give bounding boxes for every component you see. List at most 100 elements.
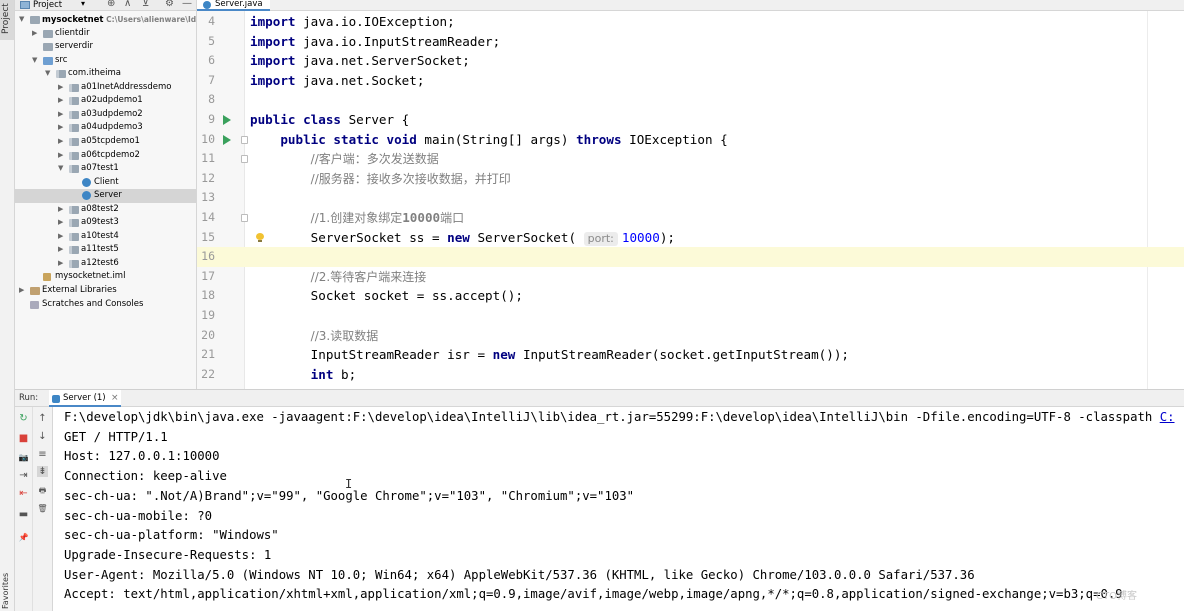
tree-item[interactable]: ▶ a05tcpdemo1 xyxy=(15,135,196,149)
code-line[interactable]: 6 import java.net.ServerSocket; xyxy=(197,51,1184,71)
camera-icon[interactable]: 📷 xyxy=(18,452,29,463)
package-icon xyxy=(69,205,79,214)
code-line[interactable]: 13 xyxy=(197,188,1184,208)
line-number: 18 xyxy=(201,288,215,303)
arrow-down-icon[interactable]: ↓ xyxy=(37,431,48,442)
tree-item[interactable]: ▶ a03udpdemo2 xyxy=(15,108,196,122)
fold-icon[interactable] xyxy=(241,155,248,164)
tree-item[interactable]: mysocketnet.iml xyxy=(15,270,196,284)
expand-all-icon[interactable]: ⊼ xyxy=(124,0,131,9)
scroll-to-end-icon[interactable]: ⇟ xyxy=(37,466,48,477)
close-icon[interactable]: × xyxy=(111,390,119,407)
print-icon[interactable]: 🖶 xyxy=(37,485,48,496)
tree-item[interactable]: Client xyxy=(15,176,196,190)
gear-icon[interactable]: ⚙ xyxy=(165,0,174,9)
chevron-down-icon[interactable]: ▼ xyxy=(19,13,24,26)
stop-icon[interactable]: ■ xyxy=(18,433,29,444)
folder-icon xyxy=(30,16,40,24)
fold-icon[interactable] xyxy=(241,214,248,222)
favorites-tool-label[interactable]: Favorites xyxy=(1,573,10,609)
tree-item[interactable]: ▶ a11test5 xyxy=(15,243,196,257)
tree-item[interactable]: ▼ com.itheima xyxy=(15,67,196,81)
tree-item[interactable]: ▶ a06tcpdemo2 xyxy=(15,149,196,163)
chevron-right-icon[interactable]: ▶ xyxy=(58,243,63,256)
code-line[interactable]: 19 xyxy=(197,306,1184,326)
soft-wrap-icon[interactable]: ≡ xyxy=(37,449,48,460)
tab-server-java[interactable]: Server.java xyxy=(197,0,270,11)
tree-item[interactable]: ▶ a10test4 xyxy=(15,230,196,244)
code-text: //3.读取数据 xyxy=(310,328,379,343)
code-line[interactable]: 17 //2.等待客户端来连接 xyxy=(197,267,1184,287)
arrow-up-icon[interactable]: ↑ xyxy=(37,413,48,424)
collapse-all-icon[interactable]: ⊻ xyxy=(142,0,149,9)
restore-layout-icon[interactable]: ⇥ xyxy=(18,470,29,481)
code-line[interactable]: 21 InputStreamReader isr = new InputStre… xyxy=(197,345,1184,365)
chevron-right-icon[interactable]: ▶ xyxy=(19,284,24,297)
code-line[interactable]: 10 public static void main(String[] args… xyxy=(197,130,1184,150)
exit-icon[interactable]: ⇤ xyxy=(18,488,29,499)
tree-item[interactable]: ▼ a07test1 xyxy=(15,162,196,176)
rerun-icon[interactable]: ↻ xyxy=(18,413,29,424)
chevron-down-icon[interactable]: ▼ xyxy=(32,54,37,67)
hide-icon[interactable]: — xyxy=(182,0,192,9)
code-line[interactable]: 4 import java.io.IOException; xyxy=(197,12,1184,32)
chevron-right-icon[interactable]: ▶ xyxy=(58,81,63,94)
code-line[interactable]: 8 xyxy=(197,90,1184,110)
chevron-right-icon[interactable]: ▶ xyxy=(58,94,63,107)
locate-icon[interactable]: ⊕ xyxy=(107,0,115,9)
code-line[interactable]: 14 //1.创建对象绑定10000端口 xyxy=(197,208,1184,228)
code-line[interactable]: 9 public class Server { xyxy=(197,110,1184,130)
line-number: 15 xyxy=(201,229,215,244)
code-line[interactable]: 16 xyxy=(197,247,1184,267)
pin-icon[interactable]: 📌 xyxy=(18,532,29,543)
classpath-link[interactable]: C: xyxy=(1160,410,1175,424)
tree-item[interactable]: ▶ a02udpdemo1 xyxy=(15,94,196,108)
chevron-right-icon[interactable]: ▶ xyxy=(58,203,63,216)
tree-item[interactable]: ▶ a09test3 xyxy=(15,216,196,230)
code-line[interactable]: 7 import java.net.Socket; xyxy=(197,71,1184,91)
layout-icon[interactable]: ▬ xyxy=(18,509,29,520)
chevron-down-icon[interactable]: ▼ xyxy=(58,162,63,175)
run-gutter-icon[interactable] xyxy=(223,134,231,145)
tree-item[interactable]: ▶ a04udpdemo3 xyxy=(15,121,196,135)
tree-item[interactable]: ▼ mysocketnet C:\Users\alienware\IdeaP xyxy=(15,13,196,27)
code-line[interactable]: 20 //3.读取数据 xyxy=(197,326,1184,346)
tree-item[interactable]: ▶ a12test6 xyxy=(15,257,196,271)
tree-item[interactable]: ▶ clientdir xyxy=(15,27,196,41)
package-icon xyxy=(69,151,79,160)
chevron-down-icon[interactable]: ▼ xyxy=(45,67,50,80)
tree-item-label: a05tcpdemo1 xyxy=(81,135,140,146)
package-icon xyxy=(69,97,79,106)
tree-item[interactable]: Scratches and Consoles xyxy=(15,298,196,312)
tree-item[interactable]: ▶ External Libraries xyxy=(15,284,196,298)
chevron-right-icon[interactable]: ▶ xyxy=(58,216,63,229)
code-line[interactable]: 5 import java.io.InputStreamReader; xyxy=(197,32,1184,52)
chevron-right-icon[interactable]: ▶ xyxy=(58,108,63,121)
tree-item[interactable]: ▶ a08test2 xyxy=(15,203,196,217)
chevron-right-icon[interactable]: ▶ xyxy=(58,230,63,243)
tree-item[interactable]: ▼ src xyxy=(15,54,196,68)
chevron-down-icon[interactable]: ▾ xyxy=(81,0,85,8)
code-line[interactable]: 12 //服务器：接收多次接收数据，并打印 xyxy=(197,169,1184,189)
tree-item[interactable]: serverdir xyxy=(15,40,196,54)
chevron-right-icon[interactable]: ▶ xyxy=(58,257,63,270)
fold-icon[interactable] xyxy=(241,135,248,144)
run-gutter-icon[interactable] xyxy=(223,115,231,125)
tab-server-run[interactable]: Server (1) × xyxy=(49,390,121,407)
tree-item-label: a04udpdemo3 xyxy=(81,122,143,133)
code-line[interactable]: 11 //客户端：多次发送数据 xyxy=(197,149,1184,169)
trash-icon[interactable]: 🗑 xyxy=(37,503,48,514)
code-line[interactable]: 18 Socket socket = ss.accept(); xyxy=(197,286,1184,306)
tree-item[interactable]: Server xyxy=(15,189,196,203)
chevron-right-icon[interactable]: ▶ xyxy=(58,149,63,162)
run-tab-label: Server (1) xyxy=(63,393,106,403)
chevron-right-icon[interactable]: ▶ xyxy=(58,135,63,148)
project-panel-title[interactable]: Project xyxy=(33,0,62,10)
tree-item[interactable]: ▶ a01InetAddressdemo xyxy=(15,81,196,95)
chevron-right-icon[interactable]: ▶ xyxy=(32,27,37,40)
project-tool-label[interactable]: Project xyxy=(1,3,11,34)
chevron-right-icon[interactable]: ▶ xyxy=(58,121,63,134)
code-line[interactable]: 22 int b; xyxy=(197,365,1184,385)
code-line[interactable]: 15 ServerSocket ss = new ServerSocket( p… xyxy=(197,228,1184,248)
line-number: 13 xyxy=(201,190,215,205)
